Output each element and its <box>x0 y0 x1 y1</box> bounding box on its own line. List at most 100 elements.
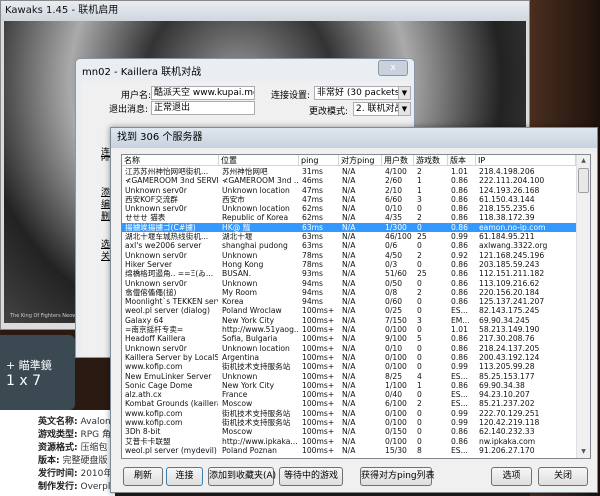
cell: 100ms+ <box>302 362 335 372</box>
server-row[interactable]: 艾普卡卡联盟 http://www.ipkaka.... 100ms+ N/A 0/10… <box>122 437 577 446</box>
server-row[interactable]: せせせ 猫表 Republic of Korea 62ms N/A 4/35 2 0.86 1… <box>122 213 577 222</box>
column-header[interactable]: 对方ping <box>339 155 382 166</box>
server-row[interactable]: Moonlight`s TEKKEN server Korea 94ms N/A 0/6… <box>122 297 577 306</box>
server-row[interactable]: Unknown serv0r Unknown 94ms N/A 0/50 0 0.86 113… <box>122 279 577 288</box>
server-row[interactable]: 翕僼傛傗僶(搥) My Room 94ms N/A 0/8 2 0.86 220.156.20… <box>122 288 577 297</box>
scroll-up-icon[interactable]: ▲ <box>577 155 590 167</box>
cell: ES... <box>451 390 468 400</box>
cell: 0.99 <box>451 418 468 428</box>
server-row[interactable]: Headoff Kaillera Sofia, Bulgaria 100ms+ N/A… <box>122 334 577 343</box>
server-row[interactable]: Kombat Grounds (kaillera... Moscow 100ms+ N… <box>122 399 577 408</box>
cell: 218.155.235.6 <box>479 204 535 214</box>
server-row[interactable]: 湖北十堰车城热线街机... 湖北十堰 63ms N/A 46/100 25 0.99 61.1… <box>122 232 577 241</box>
server-row[interactable]: axl's we2006 server shanghai pudong 63ms N/… <box>122 241 577 250</box>
column-header[interactable]: 名称 <box>122 155 219 166</box>
connection-select[interactable]: 非常好 (30 packets/s) ▼ <box>314 86 411 100</box>
refresh-button[interactable]: 刷新 <box>123 467 163 486</box>
scroll-down-icon[interactable]: ▼ <box>577 446 590 458</box>
cell: N/A <box>342 297 356 307</box>
cell: Unknown location <box>222 185 290 195</box>
column-header[interactable]: ping <box>299 155 339 166</box>
cell: N/A <box>342 399 356 409</box>
server-row[interactable]: Sonic Cage Dome New York City 100ms+ N/A 1/1… <box>122 381 577 390</box>
cell: 62ms <box>302 213 324 223</box>
cell: 2/60 <box>385 176 403 186</box>
server-row[interactable]: www.kofip.com 街机技术支持服务站 100ms+ N/A 0/100 0 0.9… <box>122 418 577 427</box>
cell: Republic of Korea <box>222 213 289 223</box>
cell: Poland Poznan <box>222 445 277 455</box>
cell: 0.92 <box>451 250 468 260</box>
server-list[interactable]: 名称 位置 ping 对方ping 用户数 游戏数 版本 IP 江苏苏州神怡网吧街机... 苏州… <box>121 154 591 459</box>
cell: 0 <box>417 436 422 446</box>
cell: N/A <box>342 278 356 288</box>
cell: 94.23.10.207 <box>479 390 530 400</box>
column-header[interactable]: 位置 <box>219 155 299 166</box>
close-button[interactable]: 关闭 <box>538 467 588 486</box>
waiting-games-button[interactable]: 等待中的游戏 <box>279 467 343 486</box>
server-row[interactable]: Unknown serv0r Unknown location 100ms+ N/A 0… <box>122 344 577 353</box>
mode-select[interactable]: 2. 联机对战 ▼ <box>353 102 411 116</box>
options-button[interactable]: 选项 <box>491 467 532 486</box>
server-row[interactable]: New EmuLinker Server Unknown 100ms+ N/A 8/25… <box>122 372 577 381</box>
get-ping-list-button[interactable]: 获得对方ping列表 <box>360 467 435 486</box>
cell: www.kofip.com <box>125 362 183 372</box>
server-row[interactable]: 3Dh 8-bit Moscow 100ms+ N/A 0/150 0 0.86 62.140… <box>122 427 577 436</box>
column-header[interactable]: 版本 <box>448 155 476 166</box>
cell: 0.86 <box>451 259 468 269</box>
cell: 100ms+ <box>302 418 335 428</box>
server-row[interactable]: 江苏苏州神怡网吧街机... 苏州神怡网吧 31ms N/A 4/100 2 1.01 218.… <box>122 167 577 176</box>
server-row[interactable]: =南京摇杆专卖= http://www.51yaog... 100ms+ N/A 0/1… <box>122 325 577 334</box>
column-header[interactable]: 用户数 <box>382 155 414 166</box>
server-row[interactable]: Kaillera Server by LocalSt... Argentina 10… <box>122 353 577 362</box>
quit-message-input[interactable]: 正常退出 <box>151 101 255 115</box>
server-row[interactable]: www.kofip.com 街机技术支持服务站 100ms+ N/A 0/100 0 0.9… <box>122 409 577 418</box>
cell: France <box>222 390 248 400</box>
cell: 0 <box>417 278 422 288</box>
cell: 街机技术支持服务站 <box>222 362 291 372</box>
cell: 4 <box>417 371 422 381</box>
server-row[interactable]: alz.ath.cx France 100ms+ N/A 0/40 0 ES... 94.23… <box>122 390 577 399</box>
scrollbar[interactable]: ▲ ▼ <box>576 155 590 458</box>
cell: New York City <box>222 380 275 390</box>
server-row[interactable]: ≮GAMEROOM 3nd SERVER ≮GAMEROOM 3nd ... 46m… <box>122 176 577 185</box>
server-row[interactable]: Hiker Server Hong Kong 78ms N/A 0/3 0 0.86 203.… <box>122 260 577 269</box>
cell: N/A <box>342 241 356 251</box>
cell: 2 <box>417 287 422 297</box>
cell: 100ms+ <box>302 380 335 390</box>
server-row[interactable]: www.kofip.com 街机技术支持服务站 100ms+ N/A 0/100 0 0.9… <box>122 362 577 371</box>
cell: 1.01 <box>451 167 468 176</box>
server-row[interactable]: weol.pl server (mydevil) Poland Poznan 100… <box>122 446 577 455</box>
close-button[interactable]: x <box>378 60 408 76</box>
cell: 0.86 <box>451 176 468 186</box>
add-favorite-button[interactable]: 添加到收藏夹(A) <box>208 467 276 486</box>
cell: 93ms <box>302 269 324 279</box>
cell: N/A <box>342 362 356 372</box>
cell: 艾普卡卡联盟 <box>125 436 171 446</box>
cell: 0/100 <box>385 325 407 335</box>
server-row[interactable]: Unknown serv0r Unknown location 47ms N/A 2/1… <box>122 186 577 195</box>
connect-button[interactable]: 连接 <box>166 467 203 486</box>
column-header[interactable]: 游戏数 <box>414 155 448 166</box>
cell: 69.90.34.38 <box>479 380 525 390</box>
cell: 西安KOF交流群 <box>125 194 178 204</box>
cell: 78ms <box>302 259 324 269</box>
cell: 1 <box>417 176 422 186</box>
cell: 0.99 <box>451 232 468 242</box>
server-row[interactable]: Unknown serv0r Unknown location 62ms N/A 0/1… <box>122 204 577 213</box>
username-input[interactable]: 酷派天空 www.kupai.me <box>151 86 255 100</box>
server-row[interactable]: 西安KOF交流群 西安市 47ms N/A 6/60 3 0.86 61.150.43.144 <box>122 195 577 204</box>
cell: N/A <box>342 445 356 455</box>
server-row[interactable]: 绵橋格珂遏角.. ==Ξ(ゐ... BUSAN. 93ms N/A 51/60 25 0.8… <box>122 269 577 278</box>
cell: 15/30 <box>385 445 407 455</box>
scrollbar-thumb[interactable] <box>578 168 589 193</box>
server-row[interactable]: Galaxy 64 New York City 100ms+ N/A 7/150 3 EM.… <box>122 316 577 325</box>
server-row[interactable]: Unknown serv0r Unknown 78ms N/A 4/50 2 0.92 121… <box>122 251 577 260</box>
server-row[interactable]: weol.pl server (dialog) Poland Wroclaw 100… <box>122 306 577 315</box>
cell: 94ms <box>302 278 324 288</box>
cell: 江苏苏州神怡网吧街机... <box>125 167 209 176</box>
kaillera-title: mn02 - Kaillera 联机对战 <box>82 67 202 78</box>
list-header: 名称 位置 ping 对方ping 用户数 游戏数 版本 IP <box>122 155 577 166</box>
server-row[interactable]: 揚擄竢揚擄ゴ(C#擄) HK@ 韑 63ms N/A 1/300 0 0.86 eamon.n… <box>122 222 577 233</box>
column-header[interactable]: IP <box>476 155 576 166</box>
cell: N/A <box>342 306 356 316</box>
